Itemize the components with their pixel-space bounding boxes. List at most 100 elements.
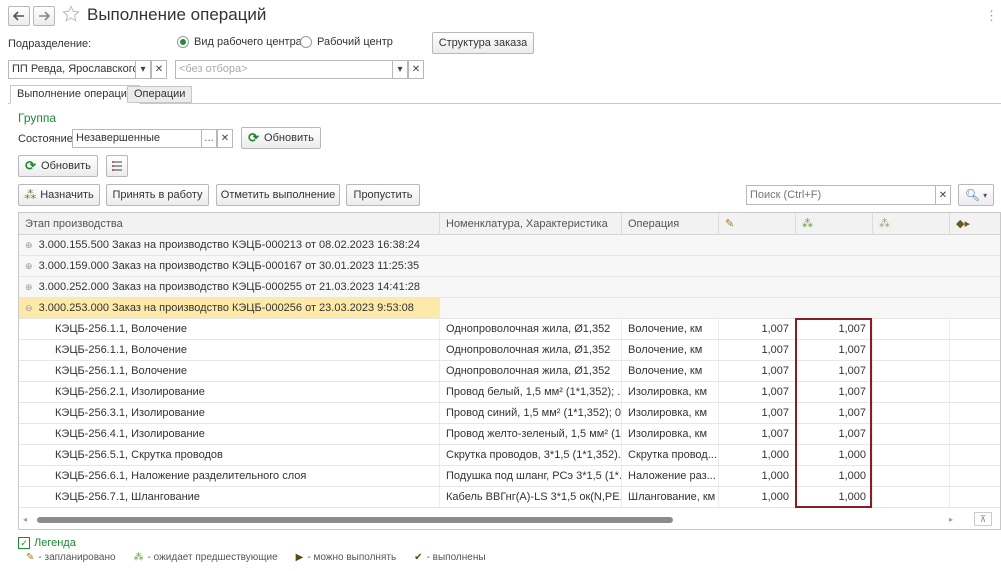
cell-operation: Шлангование, км xyxy=(622,487,719,507)
refresh-icon: ⟳ xyxy=(25,158,37,173)
back-button[interactable] xyxy=(8,6,30,26)
table-row[interactable]: КЭЦБ-256.1.1, Волочение Однопроволочная … xyxy=(19,319,1000,340)
cell-waiting: 1,007 xyxy=(796,382,873,402)
group-row[interactable]: ⊕ 3.000.252.000 Заказ на производство КЭ… xyxy=(19,277,1000,298)
mark-done-button[interactable]: Отметить выполнение xyxy=(216,184,340,206)
scroll-thumb[interactable] xyxy=(37,517,673,523)
forward-button[interactable] xyxy=(33,6,55,26)
state-clear-button[interactable]: ✕ xyxy=(217,129,233,148)
cell-waiting: 1,007 xyxy=(796,340,873,360)
radio-work-center-type[interactable]: Вид рабочего центра xyxy=(177,36,302,48)
cell-stage: КЭЦБ-256.6.1, Наложение разделительного … xyxy=(19,466,440,486)
collapse-icon[interactable]: ⊖ xyxy=(25,303,33,313)
cell-stage: КЭЦБ-256.5.1, Скрутка проводов xyxy=(19,445,440,465)
header-in-progress[interactable]: ⁂ xyxy=(873,213,950,235)
group-refresh-label: Обновить xyxy=(264,132,314,144)
table-row[interactable]: КЭЦБ-256.4.1, Изолирование Провод желто-… xyxy=(19,424,1000,445)
legend-items: ✎ - запланировано ⁂ - ожидает предшеству… xyxy=(26,552,486,563)
cell-waiting: 1,007 xyxy=(796,361,873,381)
header-stage[interactable]: Этап производства xyxy=(19,213,440,235)
header-operation[interactable]: Операция xyxy=(622,213,719,235)
header-can-do[interactable]: ◆▸ xyxy=(950,213,1000,235)
waiting-legend-icon: ⁂ xyxy=(133,552,144,563)
table-row[interactable]: КЭЦБ-256.1.1, Волочение Однопроволочная … xyxy=(19,361,1000,382)
skip-button[interactable]: Пропустить xyxy=(346,184,420,206)
state-select-button[interactable]: … xyxy=(201,129,217,148)
tab-bar-line xyxy=(8,103,1001,104)
cell-item: Провод желто-зеленый, 1,5 мм² (1... xyxy=(440,424,622,444)
refresh-button[interactable]: ⟳ Обновить xyxy=(18,155,98,177)
group-label: 3.000.253.000 Заказ на производство КЭЦБ… xyxy=(38,302,414,314)
arrow-left-icon xyxy=(13,11,24,21)
scroll-right-icon[interactable]: ▸ xyxy=(949,515,953,524)
waiting-icon: ⁂ xyxy=(802,218,813,230)
table-row[interactable]: КЭЦБ-256.6.1, Наложение разделительного … xyxy=(19,466,1000,487)
cell-waiting: 1,007 xyxy=(796,319,873,339)
work-center-clear-button[interactable]: ✕ xyxy=(408,60,424,79)
table-header: Этап производства Номенклатура, Характер… xyxy=(19,213,1000,235)
list-settings-button[interactable] xyxy=(106,155,128,177)
header-waiting[interactable]: ⁂ xyxy=(796,213,873,235)
horizontal-scrollbar[interactable]: ◂ ▸ ⊼ xyxy=(19,510,1000,529)
legend-can-do: - можно выполнять xyxy=(307,552,397,563)
table-row[interactable]: КЭЦБ-256.1.1, Волочение Однопроволочная … xyxy=(19,340,1000,361)
play-icon: ▶ xyxy=(295,552,304,563)
more-actions-icon[interactable]: ⋮ xyxy=(985,8,998,24)
expand-icon[interactable]: ⊕ xyxy=(25,282,33,292)
cell-planned: 1,000 xyxy=(719,445,796,465)
cell-stage: КЭЦБ-256.1.1, Волочение xyxy=(19,340,440,360)
subdivision-field[interactable]: ПП Ревда, Ярославского xyxy=(8,60,136,79)
subdivision-clear-button[interactable]: ✕ xyxy=(151,60,167,79)
group-refresh-button[interactable]: ⟳ Обновить xyxy=(241,127,321,149)
cell-waiting: 1,000 xyxy=(796,487,873,507)
cell-operation: Наложение раз... xyxy=(622,466,719,486)
expand-icon[interactable]: ⊕ xyxy=(25,261,33,271)
table-row[interactable]: КЭЦБ-256.3.1, Изолирование Провод синий,… xyxy=(19,403,1000,424)
state-field[interactable]: Незавершенные xyxy=(72,129,202,148)
group-row-selected[interactable]: ⊖ 3.000.253.000 Заказ на производство КЭ… xyxy=(19,298,1000,319)
work-center-field[interactable]: <без отбора> xyxy=(175,60,393,79)
work-center-dropdown-button[interactable]: ▾ xyxy=(392,60,408,79)
radio-off-icon xyxy=(300,36,312,48)
legend-done: - выполнены xyxy=(426,552,486,563)
cell-operation: Изолировка, км xyxy=(622,382,719,402)
refresh-label: Обновить xyxy=(41,160,91,172)
tab-execution[interactable]: Выполнение операций xyxy=(10,85,141,104)
header-item[interactable]: Номенклатура, Характеристика xyxy=(440,213,622,235)
group-row[interactable]: ⊕ 3.000.159.000 Заказ на производство КЭ… xyxy=(19,256,1000,277)
tab-operations[interactable]: Операции xyxy=(127,86,193,103)
search-button[interactable]: 🔍︎ ▾ xyxy=(958,184,994,206)
scroll-left-icon[interactable]: ◂ xyxy=(23,515,27,524)
search-input[interactable] xyxy=(746,185,936,205)
legend-title: Легенда xyxy=(34,537,76,549)
header-planned[interactable]: ✎ xyxy=(719,213,796,235)
resize-grip-icon[interactable]: ⊼ xyxy=(974,512,992,526)
cell-waiting: 1,007 xyxy=(796,403,873,423)
cell-stage: КЭЦБ-256.4.1, Изолирование xyxy=(19,424,440,444)
cell-operation: Изолировка, км xyxy=(622,424,719,444)
window-title: Выполнение операций xyxy=(87,5,267,24)
chevron-down-icon: ▾ xyxy=(983,190,988,200)
radio-on-icon xyxy=(177,36,189,48)
cell-stage: КЭЦБ-256.3.1, Изолирование xyxy=(19,403,440,423)
accept-button[interactable]: Принять в работу xyxy=(106,184,209,206)
table-row[interactable]: КЭЦБ-256.2.1, Изолирование Провод белый,… xyxy=(19,382,1000,403)
cell-stage: КЭЦБ-256.1.1, Волочение xyxy=(19,319,440,339)
cell-planned: 1,007 xyxy=(719,382,796,402)
radio-work-center[interactable]: Рабочий центр xyxy=(300,36,393,48)
group-row[interactable]: ⊕ 3.000.155.500 Заказ на производство КЭ… xyxy=(19,235,1000,256)
cell-item: Однопроволочная жила, Ø1,352 xyxy=(440,361,622,381)
order-structure-button[interactable]: Структура заказа xyxy=(432,32,534,54)
favorite-star-icon[interactable] xyxy=(62,5,82,25)
legend-planned: - запланировано xyxy=(38,552,116,563)
group-label: 3.000.159.000 Заказ на производство КЭЦБ… xyxy=(38,260,420,272)
subdivision-dropdown-button[interactable]: ▾ xyxy=(135,60,151,79)
assign-button[interactable]: ⁂ Назначить xyxy=(18,184,100,206)
table-row[interactable]: КЭЦБ-256.5.1, Скрутка проводов Скрутка п… xyxy=(19,445,1000,466)
legend-waiting: - ожидает предшествующие xyxy=(147,552,278,563)
table-row[interactable]: КЭЦБ-256.7.1, Шлангование Кабель ВВГнг(А… xyxy=(19,487,1000,508)
cell-stage: КЭЦБ-256.1.1, Волочение xyxy=(19,361,440,381)
expand-icon[interactable]: ⊕ xyxy=(25,240,33,250)
legend-toggle[interactable]: ✓ Легенда xyxy=(18,537,76,549)
search-clear-button[interactable]: ✕ xyxy=(935,185,951,205)
